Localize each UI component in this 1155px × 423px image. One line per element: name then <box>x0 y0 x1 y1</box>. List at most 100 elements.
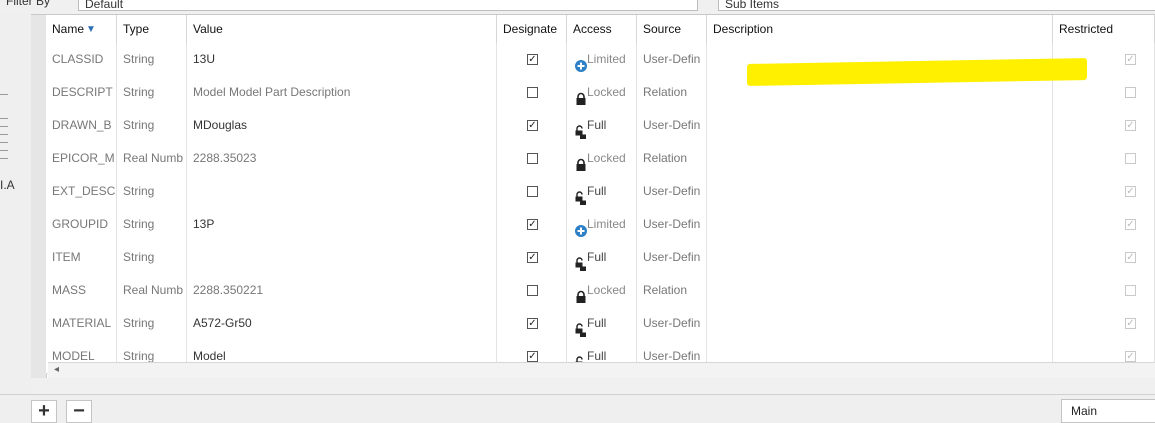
remove-parameter-button[interactable]: − <box>66 400 92 423</box>
cell-description[interactable] <box>707 307 1053 340</box>
cell-value[interactable]: 2288.350221 <box>187 274 497 307</box>
cell-access[interactable]: Locked <box>567 142 637 175</box>
access-label: Full <box>587 349 607 363</box>
cell-type[interactable]: String <box>117 76 187 109</box>
column-header-name[interactable]: Name ▼ <box>46 15 117 43</box>
filter-dropdown[interactable]: Default <box>78 0 698 11</box>
sub-items-field[interactable]: Sub Items <box>718 0 1155 11</box>
main-tab[interactable]: Main <box>1061 399 1155 423</box>
cell-type[interactable]: Real Numb <box>117 274 187 307</box>
cell-designate <box>497 274 567 307</box>
cell-type[interactable]: String <box>117 307 187 340</box>
column-header-label: Designate <box>503 22 558 36</box>
cell-designate: ✓ <box>497 43 567 76</box>
cell-description[interactable] <box>707 142 1053 175</box>
cell-designate <box>497 175 567 208</box>
scroll-left-arrow-icon[interactable]: ◂ <box>54 364 59 375</box>
plus-circle-icon <box>574 53 587 72</box>
restricted-checkbox <box>1125 153 1136 164</box>
column-header-value[interactable]: Value <box>187 15 497 43</box>
cell-name[interactable]: GROUPID <box>46 208 117 241</box>
cell-source[interactable]: Relation <box>637 76 707 109</box>
cell-value[interactable]: 13U <box>187 43 497 76</box>
lock-icon <box>574 86 586 105</box>
cell-type[interactable]: String <box>117 241 187 274</box>
column-header-designate[interactable]: Designate <box>497 15 567 43</box>
cell-source[interactable]: User-Defin <box>637 109 707 142</box>
cell-access[interactable]: Full <box>567 307 637 340</box>
cell-access[interactable]: Full <box>567 175 637 208</box>
cell-source[interactable]: User-Defin <box>637 307 707 340</box>
cell-value[interactable] <box>187 241 497 274</box>
table-row[interactable]: MATERIAL String A572-Gr50 ✓ Full User-Defin ✓ <box>46 307 1155 341</box>
designate-checkbox[interactable] <box>527 153 538 164</box>
cell-description[interactable] <box>707 274 1053 307</box>
lock-icon <box>574 284 586 303</box>
table-row[interactable]: GROUPID String 13P ✓ Limited User-Defin ✓ <box>46 208 1155 242</box>
table-row[interactable]: DRAWN_B String MDouglas ✓ Full User-Defin ✓ <box>46 109 1155 143</box>
left-panel-edge: I.A <box>0 14 31 394</box>
cell-value[interactable]: MDouglas <box>187 109 497 142</box>
cell-access[interactable]: Limited <box>567 208 637 241</box>
table-row[interactable]: MASS Real Numb 2288.350221 Locked Relation <box>46 274 1155 308</box>
cell-source[interactable]: User-Defin <box>637 175 707 208</box>
cell-source[interactable]: User-Defin <box>637 208 707 241</box>
cell-type[interactable]: String <box>117 208 187 241</box>
cell-source[interactable]: User-Defin <box>637 241 707 274</box>
cell-description[interactable] <box>707 109 1053 142</box>
cell-source[interactable]: Relation <box>637 142 707 175</box>
designate-checkbox[interactable] <box>527 285 538 296</box>
filter-sort-icon[interactable]: ▼ <box>86 16 96 43</box>
cell-value[interactable]: A572-Gr50 <box>187 307 497 340</box>
cell-type[interactable]: String <box>117 175 187 208</box>
cell-access[interactable]: Locked <box>567 274 637 307</box>
cell-access[interactable]: Locked <box>567 76 637 109</box>
column-header-access[interactable]: Access <box>567 15 637 43</box>
horizontal-scrollbar[interactable]: ◂ <box>48 362 1155 378</box>
cell-access[interactable]: Limited <box>567 43 637 76</box>
cell-name[interactable]: DESCRIPT <box>46 76 117 109</box>
add-parameter-button[interactable]: + <box>31 400 57 423</box>
cell-value[interactable] <box>187 175 497 208</box>
column-header-restricted[interactable]: Restricted <box>1053 15 1155 43</box>
cell-access[interactable]: Full <box>567 241 637 274</box>
table-row[interactable]: EPICOR_M Real Numb 2288.35023 Locked Relatio… <box>46 142 1155 176</box>
designate-checkbox[interactable] <box>527 186 538 197</box>
cell-name[interactable]: ITEM <box>46 241 117 274</box>
cell-description[interactable] <box>707 175 1053 208</box>
cell-description[interactable] <box>707 241 1053 274</box>
designate-checkbox[interactable]: ✓ <box>527 318 538 329</box>
cell-description[interactable] <box>707 208 1053 241</box>
column-header-source[interactable]: Source <box>637 15 707 43</box>
cell-type[interactable]: String <box>117 43 187 76</box>
designate-checkbox[interactable]: ✓ <box>527 351 538 362</box>
cell-access[interactable]: Full <box>567 109 637 142</box>
cell-value[interactable]: Model Model Part Description <box>187 76 497 109</box>
cell-type[interactable]: Real Numb <box>117 142 187 175</box>
cell-source[interactable]: User-Defin <box>637 43 707 76</box>
designate-checkbox[interactable] <box>527 87 538 98</box>
access-label: Locked <box>587 85 626 99</box>
cell-type[interactable]: String <box>117 109 187 142</box>
table-row[interactable]: EXT_DESC String Full User-Defin ✓ <box>46 175 1155 209</box>
cell-value[interactable]: 13P <box>187 208 497 241</box>
table-row[interactable]: ITEM String ✓ Full User-Defin ✓ <box>46 241 1155 275</box>
cell-name[interactable]: EXT_DESC <box>46 175 117 208</box>
cell-name[interactable]: MATERIAL <box>46 307 117 340</box>
designate-checkbox[interactable]: ✓ <box>527 252 538 263</box>
cell-name[interactable]: EPICOR_M <box>46 142 117 175</box>
column-header-type[interactable]: Type <box>117 15 187 43</box>
left-panel-divider <box>0 126 8 127</box>
cell-name[interactable]: MASS <box>46 274 117 307</box>
cell-restricted: ✓ <box>1053 208 1155 241</box>
cell-name[interactable]: DRAWN_B <box>46 109 117 142</box>
cell-name[interactable]: CLASSID <box>46 43 117 76</box>
cell-designate: ✓ <box>497 241 567 274</box>
designate-checkbox[interactable]: ✓ <box>527 54 538 65</box>
cell-value[interactable]: 2288.35023 <box>187 142 497 175</box>
row-selector-gutter[interactable] <box>31 15 47 378</box>
designate-checkbox[interactable]: ✓ <box>527 219 538 230</box>
cell-source[interactable]: Relation <box>637 274 707 307</box>
designate-checkbox[interactable]: ✓ <box>527 120 538 131</box>
column-header-description[interactable]: Description <box>707 15 1053 43</box>
